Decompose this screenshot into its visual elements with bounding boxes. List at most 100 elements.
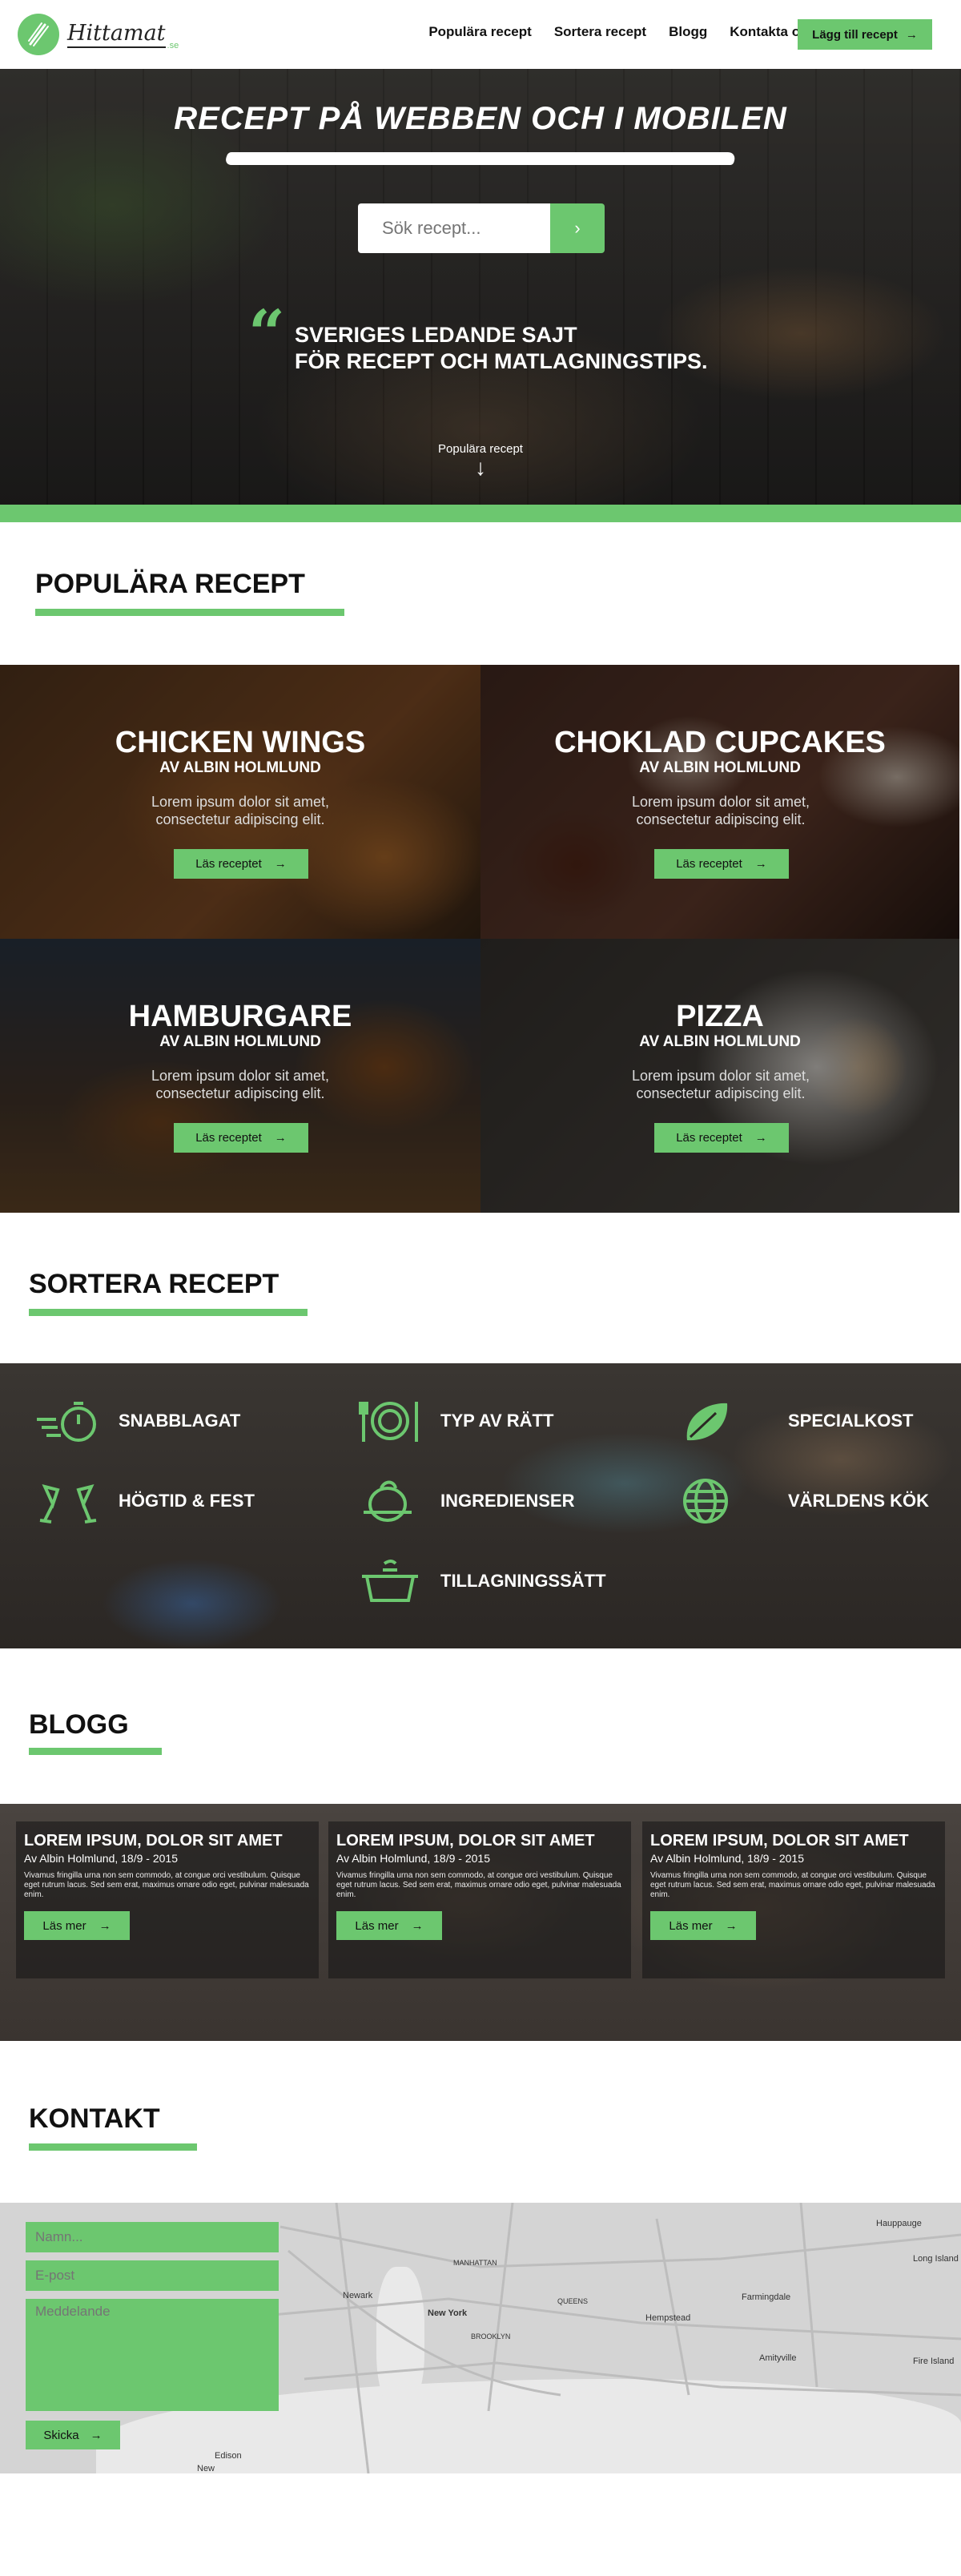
post-title: LOREM IPSUM, DOLOR SIT AMET bbox=[650, 1832, 909, 1849]
read-more-label: Läs mer bbox=[669, 1918, 713, 1933]
accent-band bbox=[0, 505, 961, 522]
read-recipe-button[interactable]: Läs receptet → bbox=[654, 849, 789, 879]
brand-name: Hittamat bbox=[67, 21, 166, 48]
card-title: PIZZA bbox=[676, 1000, 764, 1033]
send-button[interactable]: Skicka → bbox=[26, 2421, 120, 2449]
post-excerpt: Vivamus fringilla urna non sem commodo, … bbox=[24, 1871, 309, 1899]
map-label: Hempstead bbox=[645, 2313, 691, 2323]
card-description: Lorem ipsum dolor sit amet, consectetur … bbox=[631, 1068, 810, 1101]
search-input[interactable] bbox=[358, 203, 550, 253]
champagne-glasses-icon bbox=[34, 1475, 103, 1527]
category-typ-av-ratt[interactable]: TYP AV RÄTT bbox=[356, 1395, 553, 1447]
category-label: INGREDIENSER bbox=[440, 1491, 575, 1511]
arrow-right-icon: → bbox=[905, 27, 918, 42]
card-author: AV ALBIN HOLMLUND bbox=[639, 1033, 801, 1050]
post-excerpt: Vivamus fringilla urna non sem commodo, … bbox=[650, 1871, 935, 1899]
category-label: SPECIALKOST bbox=[788, 1411, 914, 1431]
read-recipe-label: Läs receptet bbox=[195, 1131, 262, 1145]
read-more-button[interactable]: Läs mer → bbox=[650, 1911, 756, 1940]
message-field[interactable] bbox=[26, 2299, 279, 2411]
contact-map[interactable]: Newark New York Hempstead Farmingdale Lo… bbox=[0, 2203, 961, 2473]
arrow-right-icon: → bbox=[754, 1131, 767, 1145]
post-meta: Av Albin Holmlund, 18/9 - 2015 bbox=[650, 1852, 804, 1865]
map-label: Farmingdale bbox=[742, 2292, 791, 2302]
scroll-to-popular-link[interactable]: Populära recept ↓ bbox=[0, 442, 961, 479]
scroll-label: Populära recept bbox=[438, 442, 523, 456]
map-label: New York bbox=[428, 2308, 468, 2318]
post-meta: Av Albin Holmlund, 18/9 - 2015 bbox=[24, 1852, 178, 1865]
card-author: AV ALBIN HOLMLUND bbox=[159, 759, 321, 776]
read-more-button[interactable]: Läs mer → bbox=[24, 1911, 130, 1940]
blog-heading: BLOGG bbox=[29, 1709, 129, 1740]
nav-link-sort[interactable]: Sortera recept bbox=[554, 24, 646, 40]
search-bar: › bbox=[358, 203, 605, 253]
read-recipe-button[interactable]: Läs receptet → bbox=[654, 1123, 789, 1153]
category-label: TILLAGNINGSSÄTT bbox=[440, 1571, 606, 1591]
hero-section: RECEPT PÅ WEBBEN OCH I MOBILEN › “ SVERI… bbox=[0, 69, 961, 505]
add-recipe-label: Lägg till recept bbox=[812, 27, 898, 42]
hero-title: RECEPT PÅ WEBBEN OCH I MOBILEN bbox=[174, 101, 787, 136]
nav-link-popular[interactable]: Populära recept bbox=[428, 24, 532, 40]
stopwatch-icon bbox=[34, 1395, 103, 1447]
category-snabblagat[interactable]: SNABBLAGAT bbox=[34, 1395, 240, 1447]
read-more-button[interactable]: Läs mer → bbox=[336, 1911, 442, 1940]
add-recipe-button[interactable]: Lägg till recept → bbox=[798, 19, 932, 50]
blog-heading-underline bbox=[29, 1748, 162, 1755]
nav-link-blog[interactable]: Blogg bbox=[669, 24, 707, 40]
card-description: Lorem ipsum dolor sit amet, consectetur … bbox=[151, 794, 330, 827]
email-field[interactable] bbox=[26, 2260, 279, 2291]
sort-heading-underline bbox=[29, 1309, 308, 1316]
blog-post-2: LOREM IPSUM, DOLOR SIT AMET Av Albin Hol… bbox=[328, 1821, 631, 1978]
recipe-card-choklad-cupcakes[interactable]: CHOKLAD CUPCAKES AV ALBIN HOLMLUND Lorem… bbox=[480, 665, 959, 939]
map-label: BROOKLYN bbox=[471, 2332, 511, 2341]
vegetables-icon bbox=[356, 1475, 424, 1527]
cutlery-logo-icon bbox=[18, 14, 59, 55]
leaf-icon bbox=[671, 1395, 740, 1447]
category-tillagningssatt[interactable]: TILLAGNINGSSÄTT bbox=[356, 1556, 606, 1607]
post-excerpt: Vivamus fringilla urna non sem commodo, … bbox=[336, 1871, 621, 1899]
category-label: VÄRLDENS KÖK bbox=[788, 1491, 930, 1511]
category-ingredienser[interactable]: INGREDIENSER bbox=[356, 1475, 574, 1527]
blog-post-3: LOREM IPSUM, DOLOR SIT AMET Av Albin Hol… bbox=[642, 1821, 945, 1978]
category-specialkost[interactable]: SPECIALKOST bbox=[671, 1395, 913, 1447]
read-more-label: Läs mer bbox=[355, 1918, 399, 1933]
card-title: CHICKEN WINGS bbox=[115, 726, 366, 759]
recipe-card-pizza[interactable]: PIZZA AV ALBIN HOLMLUND Lorem ipsum dolo… bbox=[480, 939, 959, 1213]
brand-suffix: .se bbox=[167, 41, 179, 50]
category-label: SNABBLAGAT bbox=[119, 1411, 241, 1431]
map-label: Hauppauge bbox=[876, 2219, 922, 2228]
name-field[interactable] bbox=[26, 2222, 279, 2252]
cooking-pot-icon bbox=[356, 1556, 424, 1607]
arrow-right-icon: → bbox=[90, 2428, 103, 2442]
map-label: Newark bbox=[343, 2291, 373, 2300]
logo[interactable]: Hittamat .se bbox=[18, 14, 179, 55]
arrow-right-icon: → bbox=[754, 857, 767, 871]
map-label: QUEENS bbox=[557, 2297, 589, 2305]
card-author: AV ALBIN HOLMLUND bbox=[159, 1033, 321, 1050]
card-author: AV ALBIN HOLMLUND bbox=[639, 759, 801, 776]
card-description: Lorem ipsum dolor sit amet, consectetur … bbox=[631, 794, 810, 827]
category-hogtid-fest[interactable]: HÖGTID & FEST bbox=[34, 1475, 255, 1527]
chevron-right-icon: › bbox=[574, 218, 581, 238]
category-label: HÖGTID & FEST bbox=[119, 1491, 255, 1511]
card-title: CHOKLAD CUPCAKES bbox=[554, 726, 886, 759]
post-title: LOREM IPSUM, DOLOR SIT AMET bbox=[336, 1832, 595, 1849]
brush-underline bbox=[223, 152, 738, 165]
arrow-right-icon: → bbox=[725, 1918, 738, 1933]
plate-cutlery-icon bbox=[356, 1395, 424, 1447]
card-title: HAMBURGARE bbox=[128, 1000, 352, 1033]
recipe-card-hamburgare[interactable]: HAMBURGARE AV ALBIN HOLMLUND Lorem ipsum… bbox=[0, 939, 480, 1213]
popular-heading: POPULÄRA RECEPT bbox=[35, 569, 305, 599]
sort-section: SNABBLAGAT TYP AV RÄTT SPECIALKOST HÖGTI… bbox=[0, 1363, 961, 1648]
category-varldens-kok[interactable]: VÄRLDENS KÖK bbox=[671, 1475, 929, 1527]
read-recipe-label: Läs receptet bbox=[676, 1131, 742, 1145]
arrow-right-icon: → bbox=[99, 1918, 111, 1933]
arrow-right-icon: → bbox=[274, 857, 287, 871]
read-recipe-button[interactable]: Läs receptet → bbox=[174, 849, 308, 879]
read-recipe-button[interactable]: Läs receptet → bbox=[174, 1123, 308, 1153]
card-description: Lorem ipsum dolor sit amet, consectetur … bbox=[151, 1068, 330, 1101]
map-label: Edison bbox=[215, 2451, 242, 2461]
recipe-card-chicken-wings[interactable]: CHICKEN WINGS AV ALBIN HOLMLUND Lorem ip… bbox=[0, 665, 480, 939]
sort-heading: SORTERA RECEPT bbox=[29, 1269, 279, 1299]
search-submit-button[interactable]: › bbox=[550, 203, 605, 253]
